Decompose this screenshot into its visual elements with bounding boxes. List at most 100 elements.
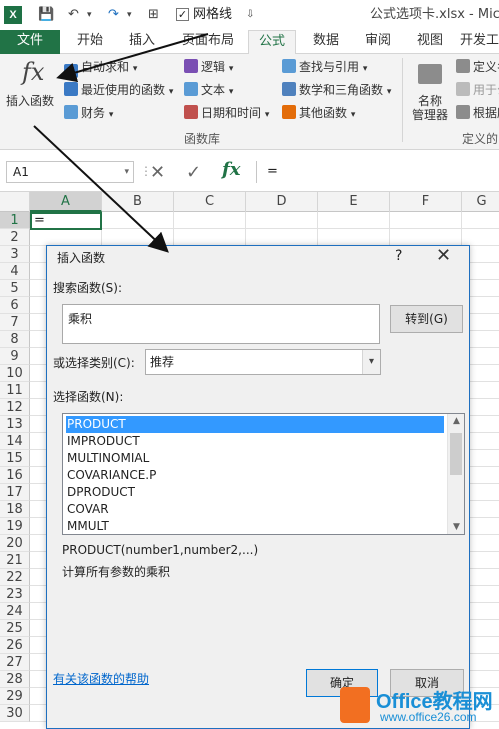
text-button[interactable]: 文本 ▾ bbox=[184, 81, 233, 101]
row-header-23[interactable]: 23 bbox=[0, 586, 30, 603]
row-header-28[interactable]: 28 bbox=[0, 671, 30, 688]
row-header-5[interactable]: 5 bbox=[0, 280, 30, 297]
row-header-21[interactable]: 21 bbox=[0, 552, 30, 569]
save-icon[interactable]: 💾 bbox=[38, 5, 54, 25]
logical-button[interactable]: 逻辑 ▾ bbox=[184, 58, 233, 78]
function-list-item[interactable]: MULTINOMIAL bbox=[66, 450, 444, 467]
function-list-item[interactable]: MMULT bbox=[66, 518, 444, 534]
row-header-2[interactable]: 2 bbox=[0, 229, 30, 246]
help-icon[interactable]: ? bbox=[395, 248, 402, 264]
undo-dropdown-icon[interactable]: ▾ bbox=[87, 5, 92, 25]
row-header-8[interactable]: 8 bbox=[0, 331, 30, 348]
math-button[interactable]: 数学和三角函数 ▾ bbox=[282, 81, 391, 101]
define-name-button[interactable]: 定义名 bbox=[456, 58, 499, 76]
cell-a1[interactable]: = bbox=[30, 212, 102, 230]
row-header-14[interactable]: 14 bbox=[0, 433, 30, 450]
column-header-d[interactable]: D bbox=[246, 192, 318, 212]
row-header-27[interactable]: 27 bbox=[0, 654, 30, 671]
row-header-10[interactable]: 10 bbox=[0, 365, 30, 382]
chevron-up-icon[interactable]: ▲ bbox=[448, 414, 464, 428]
category-select[interactable]: 推荐 ▾ bbox=[145, 349, 381, 375]
tab-review[interactable]: 审阅 bbox=[356, 30, 400, 54]
close-icon[interactable]: ✕ bbox=[436, 245, 451, 266]
chevron-down-icon[interactable]: ▾ bbox=[124, 162, 129, 182]
row-header-9[interactable]: 9 bbox=[0, 348, 30, 365]
create-names-icon bbox=[456, 105, 470, 119]
insert-function-fx-icon[interactable]: fx bbox=[222, 159, 240, 180]
function-help-link[interactable]: 有关该函数的帮助 bbox=[53, 670, 149, 687]
column-header-c[interactable]: C bbox=[174, 192, 246, 212]
function-list-scrollbar[interactable]: ▲ ▼ bbox=[447, 414, 464, 534]
border-grid-icon[interactable]: ⊞ bbox=[148, 5, 159, 25]
insert-function-button[interactable]: fx 插入函数 bbox=[2, 54, 60, 126]
calendar-icon bbox=[184, 105, 198, 119]
tab-page-layout[interactable]: 页面布局 bbox=[176, 30, 240, 54]
column-header-b[interactable]: B bbox=[102, 192, 174, 212]
row-header-25[interactable]: 25 bbox=[0, 620, 30, 637]
row-header-20[interactable]: 20 bbox=[0, 535, 30, 552]
scroll-thumb[interactable] bbox=[450, 433, 462, 475]
recent-functions-button[interactable]: 最近使用的函数 ▾ bbox=[64, 81, 173, 101]
cancel-entry-icon[interactable]: ✕ bbox=[150, 162, 165, 183]
row-header-11[interactable]: 11 bbox=[0, 382, 30, 399]
row-header-30[interactable]: 30 bbox=[0, 705, 30, 722]
row-header-18[interactable]: 18 bbox=[0, 501, 30, 518]
row-header-19[interactable]: 19 bbox=[0, 518, 30, 535]
row-header-12[interactable]: 12 bbox=[0, 399, 30, 416]
function-list-item[interactable]: COVARIANCE.P bbox=[66, 467, 444, 484]
tab-data[interactable]: 数据 bbox=[304, 30, 348, 54]
row-header-15[interactable]: 15 bbox=[0, 450, 30, 467]
customize-qat-icon[interactable]: ⇩ bbox=[246, 5, 254, 25]
row-header-3[interactable]: 3 bbox=[0, 246, 30, 263]
row-header-16[interactable]: 16 bbox=[0, 467, 30, 484]
use-in-formula-button[interactable]: 用于公 bbox=[456, 81, 499, 99]
search-function-input[interactable]: 乘积 bbox=[62, 304, 380, 344]
column-header-a[interactable]: A bbox=[30, 192, 102, 212]
function-list-item[interactable]: PRODUCT bbox=[66, 416, 444, 433]
name-manager-button[interactable]: 名称 管理器 bbox=[408, 60, 454, 128]
dialog-title: 插入函数 bbox=[57, 251, 106, 265]
redo-icon[interactable]: ↷ bbox=[108, 5, 119, 25]
row-header-4[interactable]: 4 bbox=[0, 263, 30, 280]
chevron-down-icon[interactable]: ▾ bbox=[362, 350, 380, 374]
function-list-item[interactable]: COVAR bbox=[66, 501, 444, 518]
tab-view[interactable]: 视图 bbox=[408, 30, 452, 54]
row-header-29[interactable]: 29 bbox=[0, 688, 30, 705]
column-header-g[interactable]: G bbox=[462, 192, 499, 212]
tab-home[interactable]: 开始 bbox=[66, 30, 114, 54]
name-box[interactable]: A1 ▾ bbox=[6, 161, 134, 183]
row-header-6[interactable]: 6 bbox=[0, 297, 30, 314]
row-header-1[interactable]: 1 bbox=[0, 212, 30, 229]
chevron-down-icon[interactable]: ▼ bbox=[448, 520, 464, 534]
enter-entry-icon[interactable]: ✓ bbox=[186, 162, 201, 183]
datetime-button[interactable]: 日期和时间 ▾ bbox=[184, 104, 269, 124]
column-header-e[interactable]: E bbox=[318, 192, 390, 212]
row-header-22[interactable]: 22 bbox=[0, 569, 30, 586]
redo-dropdown-icon[interactable]: ▾ bbox=[127, 5, 132, 25]
goto-button[interactable]: 转到(G) bbox=[390, 305, 463, 333]
row-header-17[interactable]: 17 bbox=[0, 484, 30, 501]
tab-file[interactable]: 文件 bbox=[0, 30, 60, 54]
sigma-icon: Σ bbox=[64, 64, 78, 78]
tab-developer[interactable]: 开发工 bbox=[460, 30, 499, 54]
tab-formulas[interactable]: 公式 bbox=[248, 30, 296, 55]
row-header-7[interactable]: 7 bbox=[0, 314, 30, 331]
undo-icon[interactable]: ↶ bbox=[68, 5, 79, 25]
row-header-26[interactable]: 26 bbox=[0, 637, 30, 654]
column-header-f[interactable]: F bbox=[390, 192, 462, 212]
function-list[interactable]: PRODUCT IMPRODUCT MULTINOMIAL COVARIANCE.P D… bbox=[62, 413, 465, 535]
lookup-button[interactable]: 查找与引用 ▾ bbox=[282, 58, 367, 78]
formula-input[interactable]: = bbox=[256, 161, 499, 183]
gridlines-checkbox[interactable]: ✓ bbox=[176, 8, 189, 21]
select-all-corner[interactable] bbox=[0, 192, 30, 212]
more-functions-button[interactable]: 其他函数 ▾ bbox=[282, 104, 355, 124]
excel-icon[interactable]: X bbox=[4, 6, 22, 24]
tab-insert[interactable]: 插入 bbox=[118, 30, 166, 54]
row-header-24[interactable]: 24 bbox=[0, 603, 30, 620]
create-from-selection-button[interactable]: 根据所 bbox=[456, 104, 499, 122]
financial-button[interactable]: 财务 ▾ bbox=[64, 104, 113, 124]
row-header-13[interactable]: 13 bbox=[0, 416, 30, 433]
function-list-item[interactable]: IMPRODUCT bbox=[66, 433, 444, 450]
autosum-button[interactable]: Σ 自动求和 ▾ bbox=[64, 58, 137, 78]
function-list-item[interactable]: DPRODUCT bbox=[66, 484, 444, 501]
